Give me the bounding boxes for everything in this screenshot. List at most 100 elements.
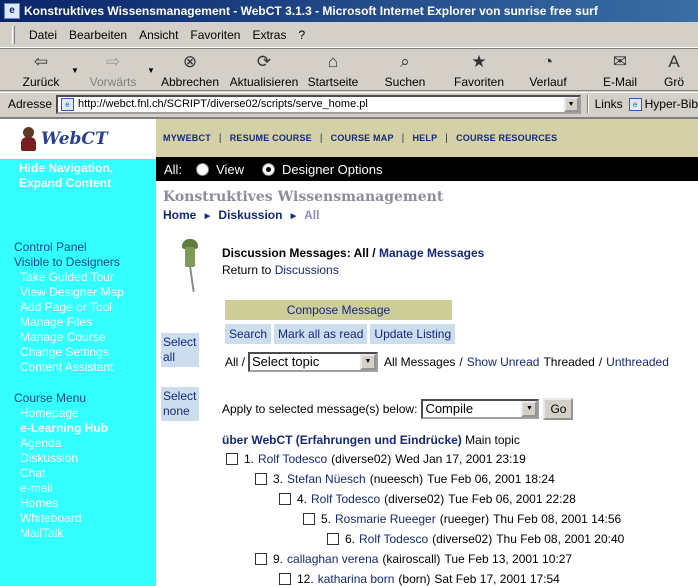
refresh-icon: ⟳ xyxy=(256,52,272,71)
control-item-content-assistant[interactable]: Content Assistant xyxy=(14,360,124,375)
mail-button[interactable]: ✉ E-Mail xyxy=(586,49,654,91)
menu-help[interactable]: ? xyxy=(292,26,311,44)
message-checkbox[interactable] xyxy=(327,533,339,545)
course-item-mailtalk[interactable]: MailTalk xyxy=(20,526,108,541)
course-item-homepage[interactable]: Homepage xyxy=(20,406,108,421)
control-panel-link[interactable]: Control Panel xyxy=(14,240,87,255)
menu-datei[interactable]: Datei xyxy=(23,26,63,44)
forward-arrow-icon: ⇨ xyxy=(105,52,121,71)
control-item-take-guided-tour[interactable]: Take Guided Tour xyxy=(14,270,124,285)
web-page: WebCT Hide Navigation, Expand Content Co… xyxy=(0,117,698,586)
breadcrumb: Home ▶ Diskussion ▶ All xyxy=(163,208,319,222)
apply-action-select[interactable]: Compile ▼ xyxy=(421,399,540,419)
link-page-icon: e xyxy=(628,97,642,111)
size-button[interactable]: A Grö xyxy=(654,49,694,91)
crumb-home[interactable]: Home xyxy=(163,208,196,222)
message-checkbox[interactable] xyxy=(279,573,291,585)
manage-messages-link[interactable]: Manage Messages xyxy=(379,246,484,260)
menu-favoriten[interactable]: Favoriten xyxy=(184,26,246,44)
message-row: 1. Rolf Todesco (diverse02) Wed Jan 17, … xyxy=(226,449,526,469)
control-item-view-designer-map[interactable]: View Designer Map xyxy=(14,285,124,300)
course-item-agenda[interactable]: Agenda xyxy=(20,436,108,451)
message-checkbox[interactable] xyxy=(255,473,267,485)
nav-course-resources[interactable]: COURSE RESOURCES xyxy=(456,133,557,143)
favorites-button[interactable]: ★ Favoriten xyxy=(448,49,510,91)
home-button[interactable]: ⌂ Startseite xyxy=(304,49,362,91)
history-button[interactable]: ◔ Verlauf xyxy=(510,49,586,91)
course-item-chat[interactable]: Chat xyxy=(20,466,108,481)
threaded-label: Threaded xyxy=(543,355,595,369)
all-prefix: All / xyxy=(225,355,246,369)
message-author-link[interactable]: Rosmarie Rueeger xyxy=(335,512,436,526)
message-author-link[interactable]: Rolf Todesco xyxy=(359,532,428,546)
message-author-link[interactable]: katharina born xyxy=(318,572,395,586)
course-item-homes[interactable]: Homes xyxy=(20,496,108,511)
message-author-link[interactable]: Stefan Nüesch xyxy=(287,472,366,486)
mode-all-label: All: xyxy=(164,161,183,177)
chevron-down-icon: ▼ xyxy=(521,401,538,417)
link-hyper-bib[interactable]: e Hyper-Bib xyxy=(628,97,698,111)
refresh-button[interactable]: ⟳ Aktualisieren xyxy=(224,49,304,91)
standard-toolbar: ⇦ Zurück ▼ ⇨ Vorwärts ▼ ⊗ Abbrechen ⟳ Ak… xyxy=(0,49,698,91)
designer-options-radio[interactable] xyxy=(262,162,276,176)
course-item-diskussion[interactable]: Diskussion xyxy=(20,451,108,466)
search-icon: ⌕ xyxy=(400,52,410,71)
message-author-link[interactable]: Rolf Todesco xyxy=(311,492,380,506)
message-row: 12. katharina born (born) Sat Feb 17, 20… xyxy=(279,569,560,586)
course-item-e-mail[interactable]: e-mail xyxy=(20,481,108,496)
address-input[interactable]: e http://webct.fnl.ch/SCRIPT/diverse02/s… xyxy=(56,94,581,114)
message-row: 4. Rolf Todesco (diverse02) Tue Feb 06, … xyxy=(279,489,576,509)
page-icon: e xyxy=(61,97,75,111)
search-button[interactable]: ⌕ Suchen xyxy=(362,49,448,91)
forward-dropdown-arrow[interactable]: ▼ xyxy=(146,49,156,91)
history-icon: ◔ xyxy=(542,52,554,71)
crumb-all: All xyxy=(304,208,320,222)
topic-select[interactable]: Select topic ▼ xyxy=(248,352,379,372)
view-radio[interactable] xyxy=(196,162,210,176)
hide-navigation-link[interactable]: Hide Navigation, Expand Content xyxy=(19,161,149,191)
back-button[interactable]: ⇦ Zurück xyxy=(12,49,70,91)
message-author-link[interactable]: callaghan verena xyxy=(287,552,378,566)
nav-help[interactable]: HELP xyxy=(412,133,437,143)
crumb-diskussion[interactable]: Diskussion xyxy=(218,208,282,222)
mark-all-read-button[interactable]: Mark all as read xyxy=(274,324,368,344)
forward-button[interactable]: ⇨ Vorwärts xyxy=(80,49,146,91)
nav-mywebct[interactable]: MYWEBCT xyxy=(163,133,211,143)
control-item-manage-files[interactable]: Manage Files xyxy=(14,315,124,330)
select-all-button[interactable]: Select all xyxy=(161,333,199,367)
nav-course-map[interactable]: COURSE MAP xyxy=(331,133,394,143)
update-listing-button[interactable]: Update Listing xyxy=(370,324,456,344)
select-none-button[interactable]: Select none xyxy=(161,387,199,421)
message-checkbox[interactable] xyxy=(303,513,315,525)
topic-row: All / Select topic ▼ All Messages / Show… xyxy=(225,352,669,372)
back-dropdown-arrow[interactable]: ▼ xyxy=(70,49,80,91)
menu-ansicht[interactable]: Ansicht xyxy=(133,26,184,44)
topic-link[interactable]: über WebCT (Erfahrungen und Eindrücke) xyxy=(222,433,462,447)
menu-extras[interactable]: Extras xyxy=(246,26,292,44)
course-item-whiteboard[interactable]: Whiteboard xyxy=(20,511,108,526)
control-item-change-settings[interactable]: Change Settings xyxy=(14,345,124,360)
course-item-e-learning-hub[interactable]: e-Learning Hub xyxy=(20,421,108,436)
message-author-link[interactable]: Rolf Todesco xyxy=(258,452,327,466)
search-messages-button[interactable]: Search xyxy=(225,324,272,344)
course-title: Konstruktives Wissensmanagement xyxy=(163,189,444,205)
links-label[interactable]: Links xyxy=(595,97,623,111)
stop-button[interactable]: ⊗ Abbrechen xyxy=(156,49,224,91)
address-dropdown-button[interactable]: ▼ xyxy=(563,96,579,112)
control-item-manage-course[interactable]: Manage Course xyxy=(14,330,124,345)
control-item-add-page-or-tool[interactable]: Add Page or Tool xyxy=(14,300,124,315)
nav-resume-course[interactable]: RESUME COURSE xyxy=(230,133,312,143)
return-discussions-link[interactable]: Discussions xyxy=(275,263,339,277)
title-bar: e Konstruktives Wissensmanagement - WebC… xyxy=(0,0,698,22)
unthreaded-link[interactable]: Unthreaded xyxy=(606,355,669,369)
compose-message-button[interactable]: Compose Message xyxy=(225,300,452,320)
menu-grip xyxy=(12,25,15,44)
nav-divider: | xyxy=(401,132,405,144)
discussion-heading: Discussion Messages: All / Manage Messag… xyxy=(222,246,485,260)
show-unread-link[interactable]: Show Unread xyxy=(467,355,540,369)
message-checkbox[interactable] xyxy=(255,553,267,565)
message-checkbox[interactable] xyxy=(226,453,238,465)
message-checkbox[interactable] xyxy=(279,493,291,505)
go-button[interactable]: Go xyxy=(543,398,574,420)
menu-bearbeiten[interactable]: Bearbeiten xyxy=(63,26,133,44)
